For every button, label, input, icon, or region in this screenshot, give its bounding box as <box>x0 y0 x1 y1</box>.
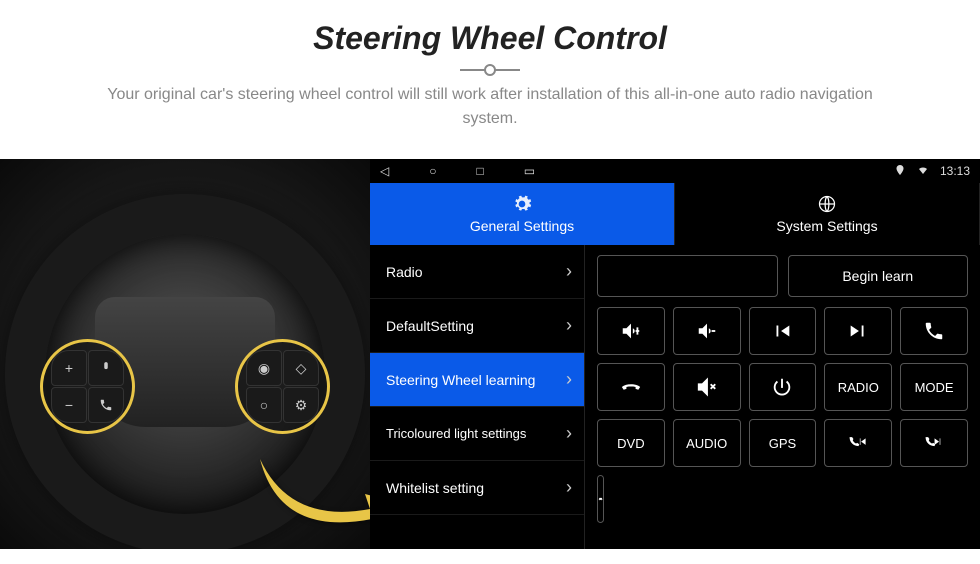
page-subtitle: Your original car's steering wheel contr… <box>80 83 900 131</box>
pointer-arrow-icon <box>250 449 370 544</box>
mode-button[interactable]: MODE <box>900 363 968 411</box>
wheel-circle-icon: ○ <box>246 387 282 423</box>
menu-item-tricoloured-light[interactable]: Tricoloured light settings› <box>370 407 584 461</box>
chevron-right-icon: › <box>566 369 572 390</box>
chevron-right-icon: › <box>566 261 572 282</box>
wheel-disc-icon: ◉ <box>246 350 282 386</box>
gps-button[interactable]: GPS <box>749 419 817 467</box>
dvd-button[interactable]: DVD <box>597 419 665 467</box>
wheel-phone-icon <box>88 387 124 423</box>
title-divider <box>460 69 520 71</box>
wheel-gear-icon: ⚙ <box>283 387 319 423</box>
clock-time: 13:13 <box>940 164 970 178</box>
wheel-diamond-icon: ◇ <box>283 350 319 386</box>
settings-menu: Radio› DefaultSetting› Steering Wheel le… <box>370 245 585 549</box>
nav-back-icon[interactable]: ◁ <box>380 164 389 178</box>
learn-display-slot <box>597 255 778 297</box>
menu-item-steering-wheel-learning[interactable]: Steering Wheel learning› <box>370 353 584 407</box>
head-unit-screen: ◁ ○ □ ▭ 13:13 General Settings System Se… <box>370 159 980 549</box>
globe-icon <box>817 194 837 214</box>
tab-system-settings[interactable]: System Settings <box>675 183 980 245</box>
page-title: Steering Wheel Control <box>0 20 980 57</box>
wheel-minus-icon: − <box>51 387 87 423</box>
phone-prev-button[interactable] <box>824 419 892 467</box>
menu-item-radio[interactable]: Radio› <box>370 245 584 299</box>
phone-button[interactable] <box>900 307 968 355</box>
nav-apps-icon[interactable]: ▭ <box>524 164 535 178</box>
vol-up-button[interactable] <box>597 307 665 355</box>
menu-item-default-setting[interactable]: DefaultSetting› <box>370 299 584 353</box>
vol-down-button[interactable] <box>673 307 741 355</box>
wheel-plus-icon: + <box>51 350 87 386</box>
wifi-icon <box>916 164 930 179</box>
audio-button[interactable]: AUDIO <box>673 419 741 467</box>
chevron-right-icon: › <box>566 423 572 445</box>
phone-next-button[interactable] <box>900 419 968 467</box>
car-button[interactable] <box>597 475 604 523</box>
begin-learn-button[interactable]: Begin learn <box>788 255 969 297</box>
hangup-button[interactable] <box>597 363 665 411</box>
learning-panel: Begin learn RADIOMODE DVDAUDIOGPS <box>585 245 980 549</box>
power-button[interactable] <box>749 363 817 411</box>
tab-label: General Settings <box>470 218 574 234</box>
radio-button[interactable]: RADIO <box>824 363 892 411</box>
nav-home-icon[interactable]: ○ <box>429 164 436 178</box>
android-statusbar: ◁ ○ □ ▭ 13:13 <box>370 159 980 183</box>
menu-item-whitelist[interactable]: Whitelist setting› <box>370 461 584 515</box>
gear-icon <box>512 194 532 214</box>
wheel-right-controls: ◉ ◇ ○ ⚙ <box>235 339 330 434</box>
location-icon <box>894 164 906 179</box>
chevron-right-icon: › <box>566 315 572 336</box>
tab-label: System Settings <box>776 218 877 234</box>
wheel-left-controls: + − <box>40 339 135 434</box>
wheel-voice-icon <box>88 350 124 386</box>
chevron-right-icon: › <box>566 477 572 498</box>
prev-button[interactable] <box>749 307 817 355</box>
nav-recent-icon[interactable]: □ <box>476 164 483 178</box>
steering-wheel-image: + − ◉ ◇ ○ ⚙ <box>0 159 370 549</box>
tab-general-settings[interactable]: General Settings <box>370 183 675 245</box>
mute-button[interactable] <box>673 363 741 411</box>
next-button[interactable] <box>824 307 892 355</box>
